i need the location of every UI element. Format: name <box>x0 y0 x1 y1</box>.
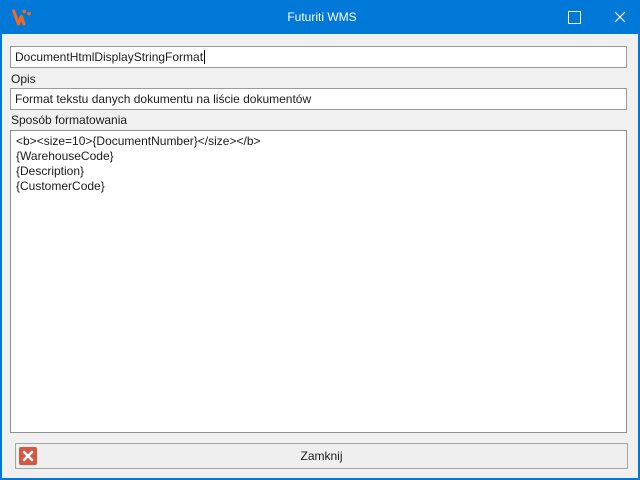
name-input[interactable]: DocumentHtmlDisplayStringFormat <box>10 46 627 68</box>
name-input-value: DocumentHtmlDisplayStringFormat <box>15 50 203 64</box>
titlebar[interactable]: Futuriti WMS <box>2 0 640 34</box>
dialog-window: Futuriti WMS DocumentHtmlDisplayStringFo… <box>0 0 640 480</box>
format-label: Sposób formatowania <box>11 113 127 127</box>
description-input[interactable] <box>10 88 627 110</box>
close-button[interactable]: Zamknij <box>15 443 628 469</box>
window-controls <box>552 0 640 34</box>
close-window-button[interactable] <box>597 0 640 34</box>
close-button-label: Zamknij <box>300 449 342 463</box>
red-x-icon <box>19 447 37 465</box>
maximize-button[interactable] <box>552 0 597 34</box>
close-icon <box>613 10 627 24</box>
description-label: Opis <box>11 72 36 86</box>
maximize-icon <box>568 11 581 24</box>
futuriti-logo-icon <box>10 6 32 28</box>
window-title: Futuriti WMS <box>2 0 640 34</box>
format-textarea[interactable]: <b><size=10>{DocumentNumber}</size></b> … <box>10 130 627 433</box>
text-caret <box>204 50 205 64</box>
